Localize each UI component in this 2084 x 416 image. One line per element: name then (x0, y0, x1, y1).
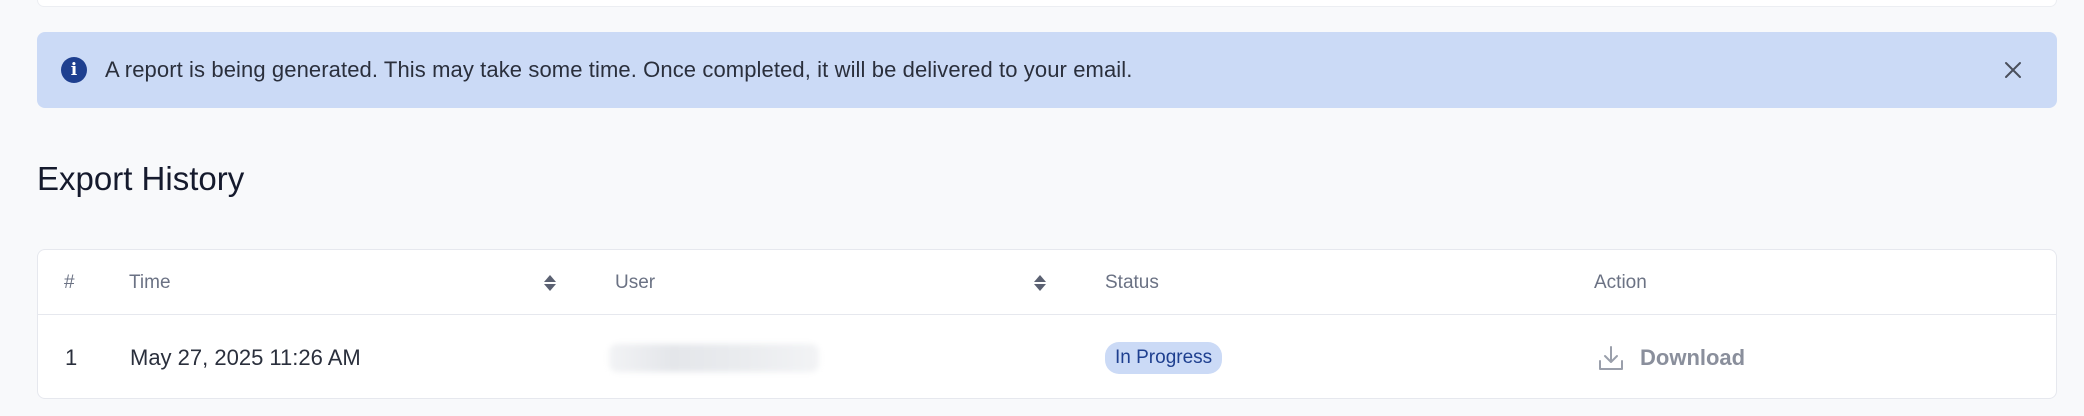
row-action: Download (1596, 316, 1745, 400)
column-header-status: Status (1105, 271, 1159, 293)
row-user-redacted (609, 316, 819, 400)
previous-card-edge (37, 0, 2057, 7)
download-label: Download (1640, 345, 1746, 370)
report-generation-alert: i A report is being generated. This may … (37, 32, 2057, 108)
info-icon: i (61, 57, 87, 83)
close-alert-button[interactable] (1999, 56, 2027, 84)
close-icon (2005, 62, 2021, 78)
row-index: 1 (65, 345, 78, 370)
redacted-user-name (609, 344, 819, 372)
download-button[interactable]: Download (1596, 343, 1745, 373)
sort-time-icon[interactable] (543, 273, 557, 293)
export-history-table: # Time User Status Action 1 May 27, 2025… (37, 249, 2057, 399)
status-badge: In Progress (1105, 342, 1223, 374)
column-header-time[interactable]: Time (129, 250, 171, 315)
column-header-user[interactable]: User (615, 250, 655, 315)
column-header-index: # (64, 271, 75, 293)
row-status: In Progress (1105, 316, 1223, 400)
table-header: # Time User Status Action (38, 250, 2056, 315)
column-header-action: Action (1594, 271, 1647, 293)
page-title: Export History (37, 160, 245, 197)
alert-message: A report is being generated. This may ta… (105, 57, 1133, 82)
table-row: 1 May 27, 2025 11:26 AM In Progress Down… (38, 316, 2056, 400)
row-time: May 27, 2025 11:26 AM (130, 345, 361, 370)
sort-user-icon[interactable] (1033, 273, 1047, 293)
download-icon (1599, 346, 1623, 370)
